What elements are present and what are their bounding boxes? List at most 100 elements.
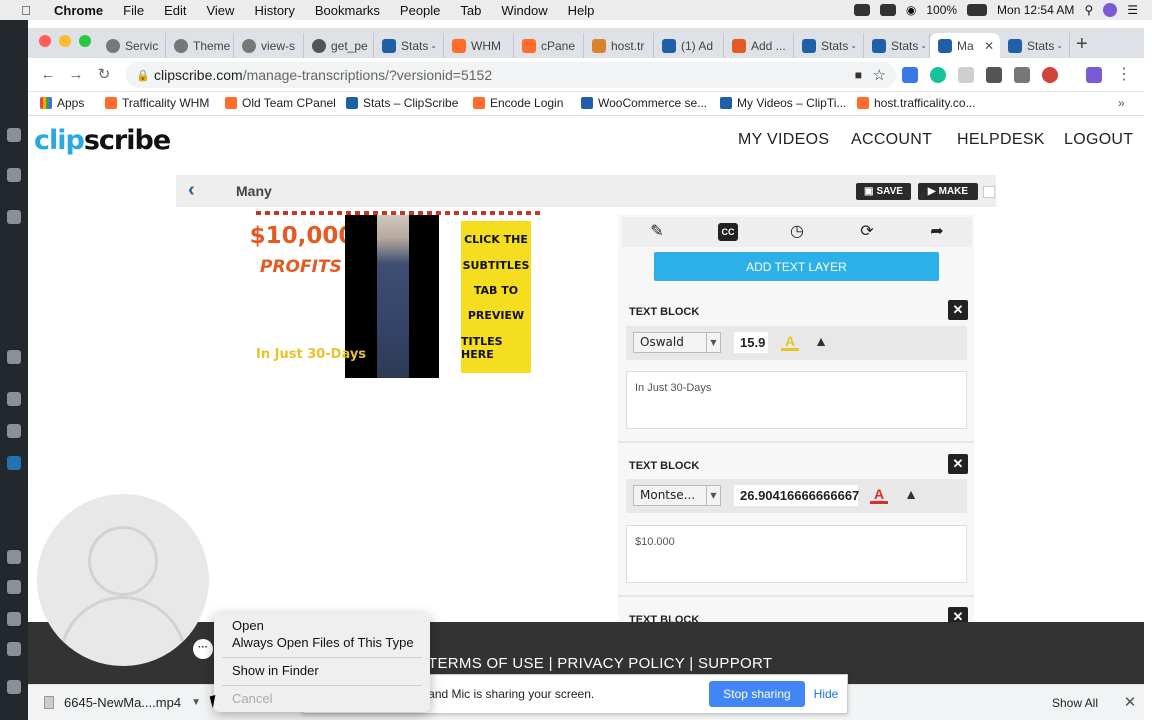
menu-window[interactable]: Window xyxy=(501,3,547,18)
grammarly-icon[interactable] xyxy=(930,67,946,83)
menu-bookmarks[interactable]: Bookmarks xyxy=(315,3,380,18)
chrome-menu-icon[interactable]: ⋮ xyxy=(1114,65,1134,85)
option-checkbox[interactable] xyxy=(983,186,995,198)
share-icon[interactable]: ➦ xyxy=(928,223,946,241)
address-bar[interactable]: 🔒 clipscribe.com/manage-transcriptions/?… xyxy=(126,62,896,88)
bookmark-item[interactable]: Old Team CPanel xyxy=(225,96,336,110)
tab-10[interactable]: Add ... xyxy=(724,33,794,58)
more-options-icon[interactable]: ··· xyxy=(193,639,213,659)
stop-sharing-button[interactable]: Stop sharing xyxy=(709,681,805,707)
extension-icon[interactable] xyxy=(1042,67,1058,83)
menu-view[interactable]: View xyxy=(206,3,234,18)
chevron-down-icon[interactable]: ▼ xyxy=(191,697,201,708)
dropbox-icon[interactable] xyxy=(853,4,870,16)
menu-people[interactable]: People xyxy=(400,3,440,18)
footer-links[interactable]: TERMS OF USE | PRIVACY POLICY | SUPPORT xyxy=(428,655,772,672)
video-preview[interactable]: $10,000 PROFITS In Just 30-Days CLICK TH… xyxy=(250,211,542,381)
preview-money-text[interactable]: $10,000 xyxy=(246,223,358,249)
font-select[interactable]: Montse... ▼ xyxy=(633,485,721,506)
nav-logout[interactable]: LOGOUT xyxy=(1064,131,1133,149)
font-size-input[interactable]: 15.9 xyxy=(734,332,768,353)
tab-7[interactable]: cPane xyxy=(514,33,584,58)
search-icon[interactable]: ⚲ xyxy=(1084,3,1093,17)
hide-button[interactable]: Hide xyxy=(811,681,841,707)
refresh-icon[interactable]: ⟳ xyxy=(858,223,876,241)
menu-app-name[interactable]: Chrome xyxy=(54,3,103,18)
close-icon[interactable]: ✕ xyxy=(948,300,968,320)
preview-days-text[interactable]: In Just 30-Days xyxy=(256,347,366,362)
bookmark-item[interactable]: Stats – ClipScribe xyxy=(346,96,458,110)
back-icon[interactable]: ← xyxy=(38,65,58,85)
tab-4[interactable]: get_pe xyxy=(304,33,374,58)
menu-list-icon[interactable]: ☰ xyxy=(1127,3,1138,17)
cc-icon[interactable]: CC xyxy=(718,223,738,241)
extension-icon[interactable] xyxy=(958,67,974,83)
close-icon[interactable]: ✕ xyxy=(948,607,968,622)
bookmarks-overflow-icon[interactable]: » xyxy=(1118,96,1125,110)
text-block-textarea[interactable]: $10.000 xyxy=(626,525,967,583)
nav-account[interactable]: ACCOUNT xyxy=(851,131,932,149)
menu-file[interactable]: File xyxy=(123,3,144,18)
show-all-button[interactable]: Show All xyxy=(1040,691,1110,715)
fill-color-icon[interactable]: ▲ xyxy=(812,333,830,351)
bookmark-apps[interactable]: Apps xyxy=(40,96,84,110)
tab-12[interactable]: Stats - xyxy=(864,33,930,58)
reload-icon[interactable]: ↻ xyxy=(94,65,114,85)
tab-6[interactable]: WHM xyxy=(444,33,514,58)
webcam-bubble[interactable] xyxy=(37,494,209,666)
zoom-window-button[interactable] xyxy=(79,35,91,47)
close-download-bar-icon[interactable]: ✕ xyxy=(1120,691,1140,715)
bookmark-item[interactable]: My Videos – ClipTi... xyxy=(720,96,846,110)
apple-icon[interactable]:  xyxy=(18,3,34,18)
tab-8[interactable]: host.tr xyxy=(584,33,654,58)
siri-icon[interactable] xyxy=(1103,3,1118,17)
tab-9[interactable]: (1) Ad xyxy=(654,33,724,58)
brush-icon[interactable]: ✎ xyxy=(648,223,666,241)
tab-11[interactable]: Stats - xyxy=(794,33,864,58)
close-icon[interactable]: ✕ xyxy=(948,454,968,474)
nav-my-videos[interactable]: MY VIDEOS xyxy=(738,131,829,149)
subtitle-hint-box[interactable]: CLICK THE SUBTITLES TAB TO PREVIEW TITLE… xyxy=(461,221,531,373)
font-size-input[interactable]: 26.90416666666667 xyxy=(734,485,859,506)
tab-5[interactable]: Stats - xyxy=(374,33,444,58)
menu-history[interactable]: History xyxy=(254,3,294,18)
save-button[interactable]: ▣ SAVE xyxy=(856,183,911,200)
menu-tab[interactable]: Tab xyxy=(460,3,481,18)
camera-icon[interactable]: ■ xyxy=(855,68,862,82)
bookmark-item[interactable]: Encode Login xyxy=(473,96,563,110)
text-color-icon[interactable]: A xyxy=(781,333,799,351)
bookmark-item[interactable]: Trafficality WHM xyxy=(105,96,209,110)
font-select[interactable]: Oswald ▼ xyxy=(633,332,721,353)
menu-item-open[interactable]: Open xyxy=(232,618,264,633)
clock[interactable]: Mon 12:54 AM xyxy=(997,3,1074,17)
minimize-window-button[interactable] xyxy=(59,35,71,47)
new-tab-icon[interactable]: + xyxy=(1076,33,1088,56)
forward-icon[interactable]: → xyxy=(66,65,86,85)
text-color-icon[interactable]: A xyxy=(870,486,888,504)
clock-icon[interactable]: ◷ xyxy=(788,223,806,241)
menu-item-show-in-finder[interactable]: Show in Finder xyxy=(232,663,319,678)
bookmark-item[interactable]: host.trafficality.co... xyxy=(857,96,976,110)
back-arrow-icon[interactable]: ‹ xyxy=(188,179,195,202)
tab-14[interactable]: Stats - xyxy=(1000,33,1070,58)
fill-color-icon[interactable]: ▲ xyxy=(902,486,920,504)
bookmark-star-icon[interactable]: ☆ xyxy=(873,66,886,84)
download-item[interactable]: 6645-NewMa....mp4 ▼ xyxy=(44,695,201,710)
close-tab-icon[interactable]: ✕ xyxy=(984,39,994,53)
menu-help[interactable]: Help xyxy=(568,3,595,18)
tab-1[interactable]: Servic xyxy=(98,33,166,58)
battery-icon[interactable] xyxy=(967,4,988,16)
close-window-button[interactable] xyxy=(39,35,51,47)
cloud-icon[interactable] xyxy=(879,4,896,16)
preview-profits-text[interactable]: PROFITS xyxy=(260,257,342,277)
wifi-icon[interactable]: ◉ xyxy=(906,3,916,17)
profile-icon[interactable] xyxy=(1086,67,1102,83)
make-button[interactable]: ▶ MAKE xyxy=(918,183,978,200)
screenshot-icon[interactable] xyxy=(1014,67,1030,83)
nav-helpdesk[interactable]: HELPDESK xyxy=(957,131,1045,149)
add-text-layer-button[interactable]: ADD TEXT LAYER xyxy=(654,252,939,281)
tab-2[interactable]: Theme xyxy=(166,33,234,58)
text-block-textarea[interactable]: In Just 30-Days xyxy=(626,371,967,429)
tab-active[interactable]: Ma ✕ xyxy=(930,33,1000,58)
menu-item-always-open[interactable]: Always Open Files of This Type xyxy=(232,635,414,650)
